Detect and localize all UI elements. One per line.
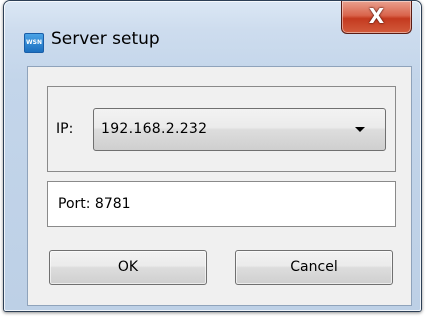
app-icon: WSN — [24, 33, 44, 53]
port-value: Port: 8781 — [58, 196, 131, 212]
port-field[interactable]: Port: 8781 — [47, 181, 396, 227]
close-icon: X — [368, 4, 385, 28]
ip-dropdown[interactable]: 192.168.2.232 — [93, 108, 386, 151]
dialog-window: WSN Server setup X IP: 192.168.2.232 Por… — [3, 0, 422, 312]
close-button[interactable]: X — [341, 1, 412, 34]
dialog-client-area: IP: 192.168.2.232 Port: 8781 OK Cancel — [27, 66, 412, 306]
cancel-button[interactable]: Cancel — [235, 250, 393, 285]
ip-label: IP: — [56, 121, 74, 137]
window-title: Server setup — [51, 29, 160, 49]
ip-selected-value: 192.168.2.232 — [101, 121, 208, 137]
ok-button[interactable]: OK — [49, 250, 207, 285]
chevron-down-icon — [355, 127, 365, 132]
ip-group-box: IP: 192.168.2.232 — [47, 86, 396, 172]
